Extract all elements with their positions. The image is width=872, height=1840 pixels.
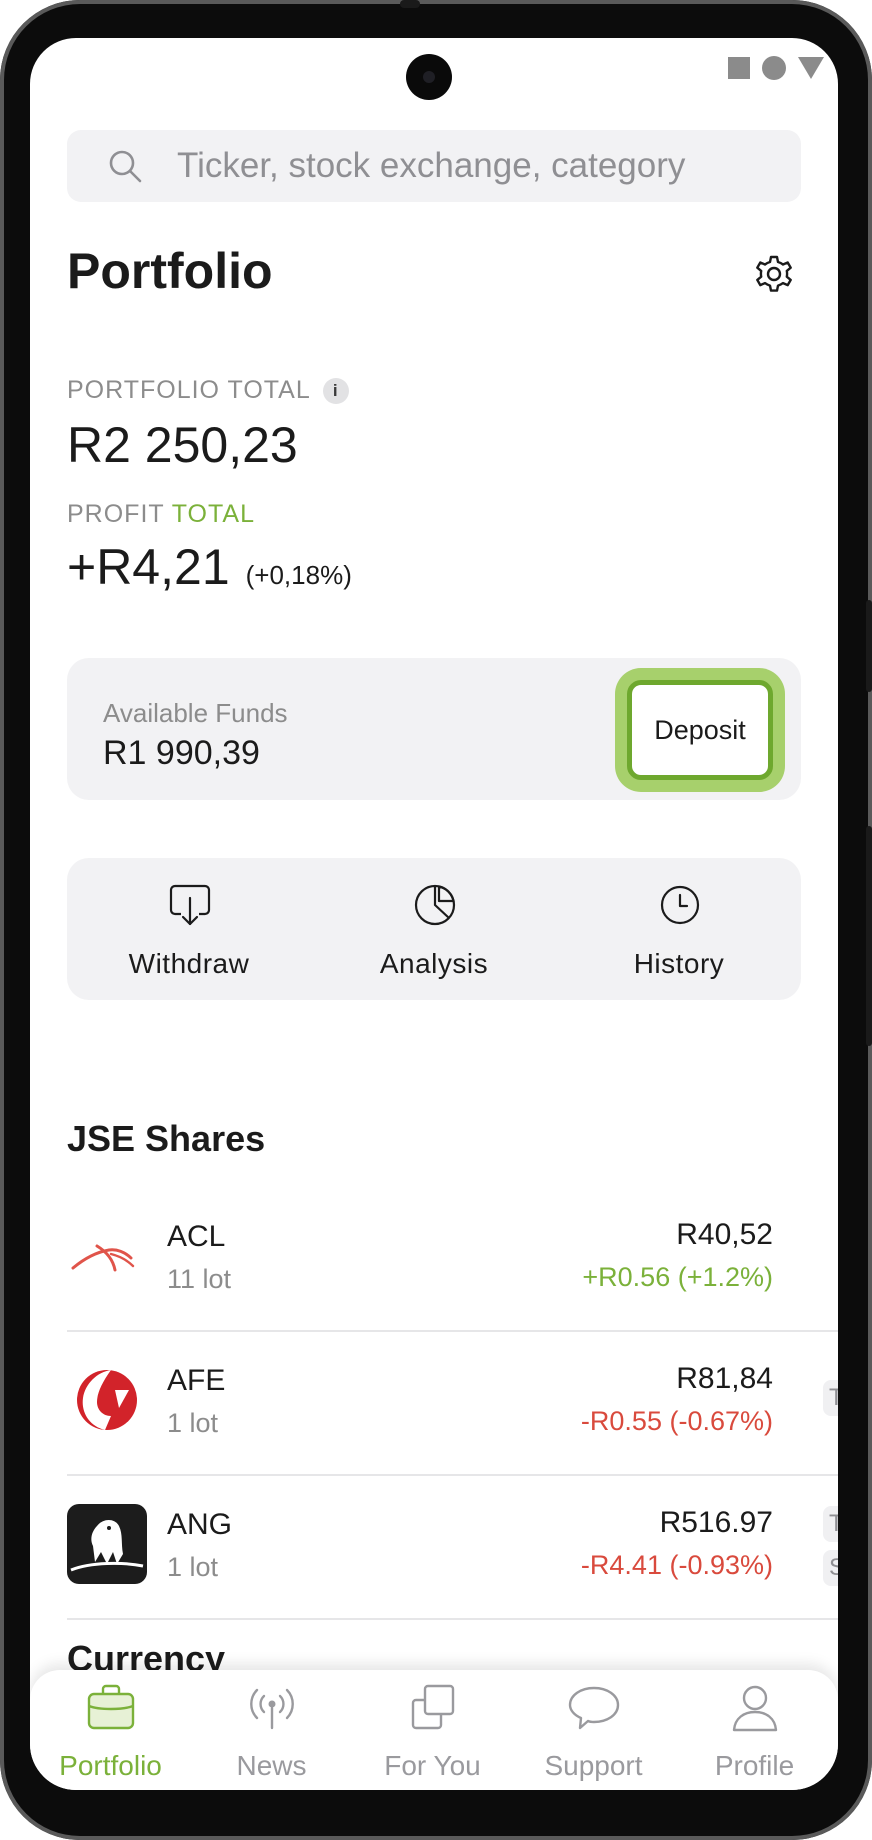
- status-signal-icon: [798, 57, 824, 79]
- stock-ticker: ANG: [167, 1508, 233, 1541]
- chat-icon: [568, 1686, 620, 1730]
- nav-portfolio-label: Portfolio: [59, 1750, 162, 1781]
- nav-news-label: News: [236, 1750, 307, 1781]
- briefcase-icon: [87, 1684, 135, 1730]
- quick-actions: Withdraw Analysis History: [67, 858, 801, 1000]
- afe-logo-icon: [77, 1370, 137, 1430]
- jse-shares-title: JSE Shares: [67, 1118, 266, 1159]
- pie-chart-icon: [414, 884, 456, 926]
- gear-icon[interactable]: [750, 250, 798, 298]
- stock-price: R516.97: [659, 1506, 773, 1539]
- acl-logo-icon: [71, 1244, 135, 1272]
- phone-top-button: [400, 0, 420, 8]
- phone-volume-button: [866, 600, 872, 692]
- profit-percent: (+0,18%): [245, 560, 352, 590]
- profit-label-text: PROFIT: [67, 500, 165, 528]
- phone-power-button: [866, 826, 872, 1046]
- status-circle-icon: [762, 56, 786, 80]
- withdraw-button[interactable]: Withdraw: [67, 858, 311, 1000]
- stock-ticker: AFE: [167, 1364, 226, 1397]
- bottom-nav: Portfolio News For You Support Profile: [30, 1670, 838, 1790]
- withdraw-icon: [169, 884, 211, 926]
- stock-ticker: ACL: [167, 1220, 226, 1253]
- stock-row-afe[interactable]: AFE 1 lot R81,84 -R0.55 (-0.67%) TP: [67, 1332, 838, 1476]
- analysis-label: Analysis: [379, 948, 489, 979]
- stock-price: R81,84: [676, 1362, 773, 1395]
- available-funds-value: R1 990,39: [103, 734, 260, 772]
- search-input[interactable]: [177, 130, 777, 202]
- copy-icon: [411, 1684, 455, 1730]
- history-label: History: [633, 948, 725, 979]
- nav-for-you-label: For You: [384, 1750, 481, 1781]
- ang-logo-icon: [67, 1504, 147, 1584]
- stock-change: +R0.56 (+1.2%): [582, 1262, 773, 1292]
- nav-profile-label: Profile: [714, 1750, 795, 1781]
- search-icon: [109, 150, 142, 183]
- nav-support[interactable]: Support: [513, 1670, 674, 1790]
- portfolio-total-value: R2 250,23: [67, 417, 298, 473]
- phone-frame: Portfolio PORTFOLIO TOTAL i R2 250,23 PR…: [0, 0, 872, 1840]
- nav-portfolio[interactable]: Portfolio: [30, 1670, 191, 1790]
- user-icon: [732, 1685, 778, 1732]
- row-divider: [67, 1618, 838, 1620]
- screen: Portfolio PORTFOLIO TOTAL i R2 250,23 PR…: [30, 38, 838, 1790]
- stop-loss-badge: SL: [823, 1550, 838, 1586]
- stock-lots: 1 lot: [167, 1408, 219, 1438]
- search-bar[interactable]: [67, 130, 801, 202]
- portfolio-total-label-text: PORTFOLIO TOTAL: [67, 376, 311, 404]
- profit-value: +R4,21: [67, 539, 230, 595]
- take-profit-badge: TP: [823, 1506, 838, 1542]
- status-bar: [728, 56, 824, 80]
- history-button[interactable]: History: [557, 858, 801, 1000]
- nav-support-label: Support: [544, 1750, 643, 1781]
- portfolio-total-label: PORTFOLIO TOTAL i: [67, 376, 349, 405]
- front-camera: [406, 54, 452, 100]
- stock-change: -R0.55 (-0.67%): [580, 1406, 773, 1436]
- clock-icon: [660, 885, 700, 925]
- nav-news[interactable]: News: [191, 1670, 352, 1790]
- info-icon[interactable]: i: [322, 377, 349, 404]
- stock-lots: 11 lot: [167, 1264, 232, 1294]
- profit-label: PROFIT TOTAL: [67, 500, 255, 529]
- nav-for-you[interactable]: For You: [352, 1670, 513, 1790]
- profit-period-toggle[interactable]: TOTAL: [172, 500, 255, 528]
- available-funds-card: Available Funds R1 990,39 Deposit: [67, 658, 801, 800]
- available-funds-label: Available Funds: [103, 698, 288, 728]
- analysis-button[interactable]: Analysis: [312, 858, 556, 1000]
- stock-lots: 1 lot: [167, 1552, 219, 1582]
- stock-change: -R4.41 (-0.93%): [580, 1550, 773, 1580]
- stock-row-ang[interactable]: ANG 1 lot R516.97 -R4.41 (-0.93%) TP SL: [67, 1476, 838, 1620]
- stock-row-acl[interactable]: ACL 11 lot R40,52 +R0.56 (+1.2%): [67, 1188, 838, 1332]
- broadcast-icon: [250, 1688, 294, 1730]
- withdraw-label: Withdraw: [128, 948, 250, 979]
- take-profit-badge: TP: [823, 1380, 838, 1416]
- stock-price: R40,52: [676, 1218, 773, 1251]
- status-square-icon: [728, 57, 750, 79]
- profit-row: +R4,21 (+0,18%): [67, 538, 352, 596]
- deposit-button[interactable]: Deposit: [627, 680, 773, 780]
- page-title: Portfolio: [67, 243, 273, 299]
- nav-profile[interactable]: Profile: [674, 1670, 835, 1790]
